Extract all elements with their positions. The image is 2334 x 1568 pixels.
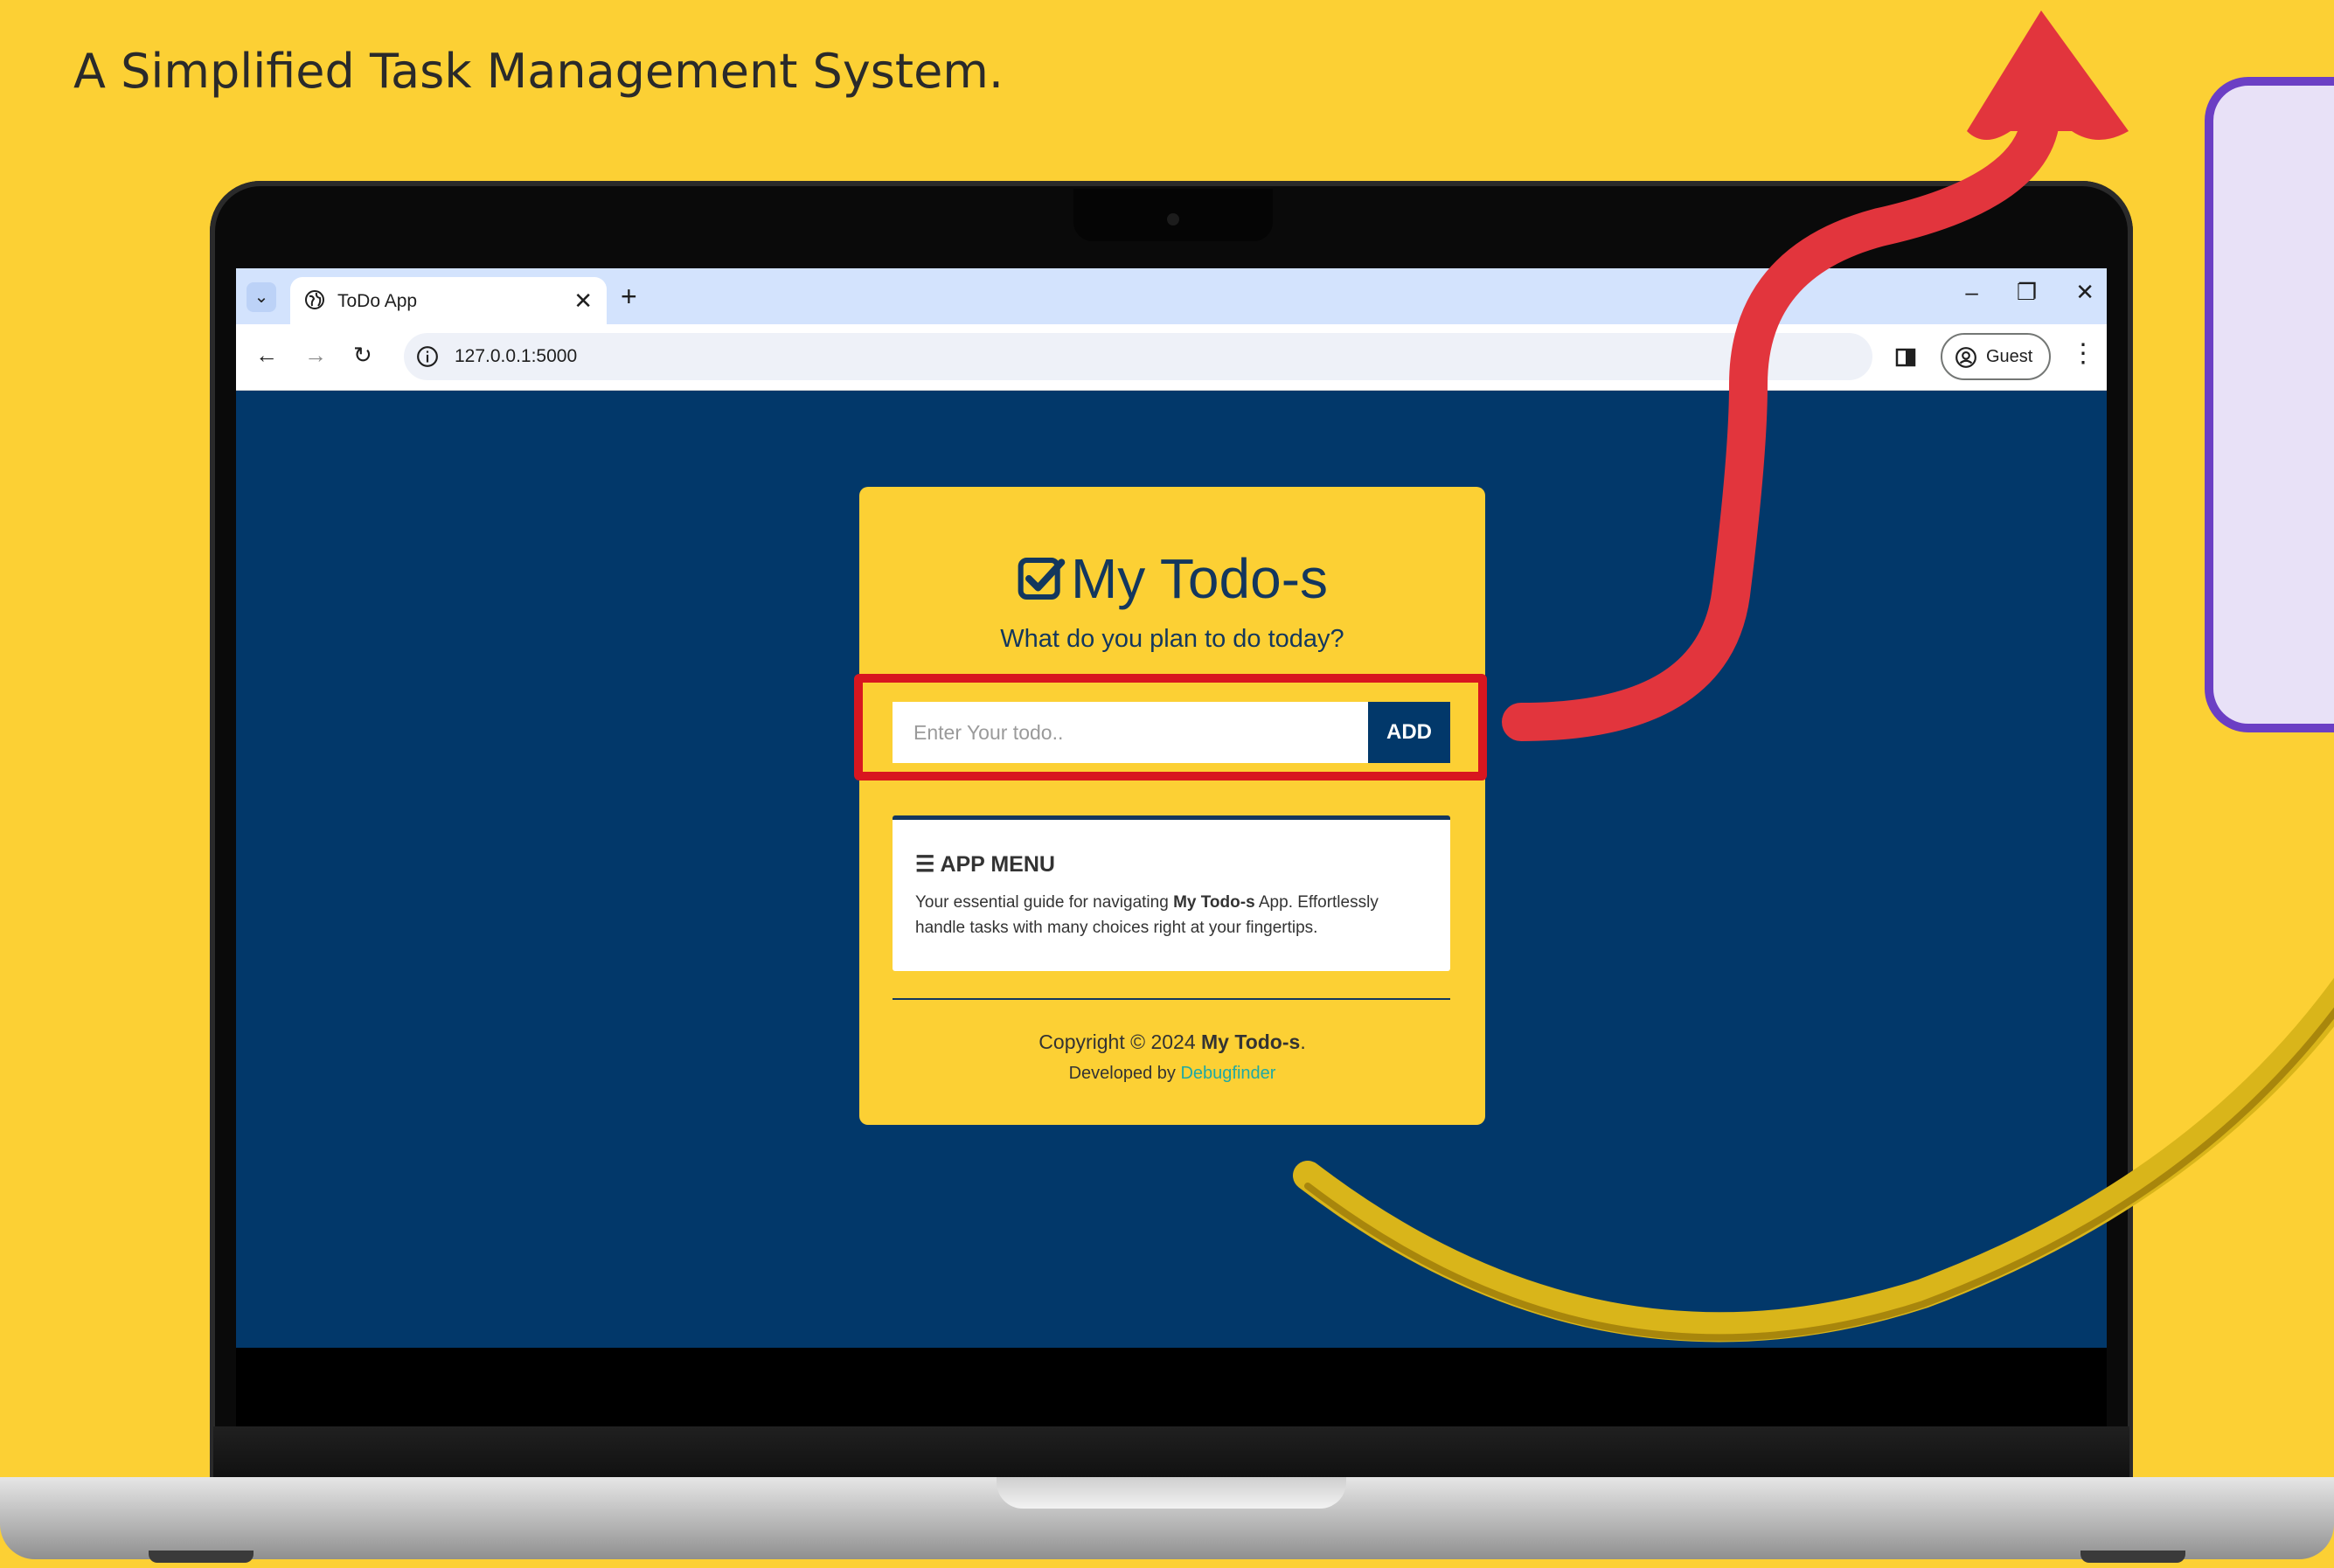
red-arrow-head	[1967, 10, 2129, 140]
red-arrow-shaft	[1502, 94, 2060, 741]
yellow-curve-arrow	[1293, 977, 2334, 1343]
decorative-arrows	[1293, 10, 2334, 1343]
